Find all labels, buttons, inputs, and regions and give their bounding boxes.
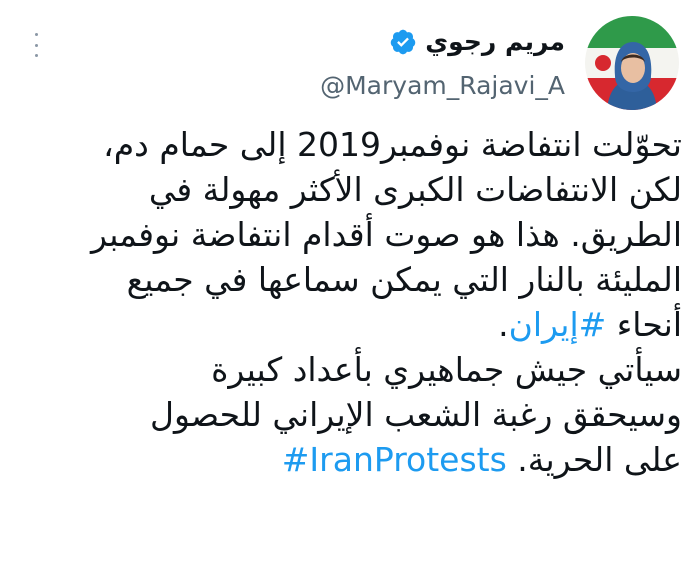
tweet-line: أنحاء #إيران.	[20, 302, 682, 347]
verified-badge-icon	[391, 29, 416, 55]
tweet-line: على الحرية. #IranProtests	[20, 437, 682, 482]
profile-photo-icon	[585, 16, 679, 110]
tweet-body: تحوّلت انتفاضة نوفمبر2019 إلى حمام دم، ل…	[20, 122, 682, 482]
tweet-line: سيأتي جيش جماهيري بأعداد كبيرة	[211, 350, 682, 389]
author-display-name[interactable]: مريم رجوي	[425, 22, 565, 62]
name-row: مريم رجوي	[389, 22, 565, 62]
tweet-line: الطريق. هذا هو صوت أقدام انتفاضة نوفمبر	[90, 215, 682, 254]
tweet-text-segment: على الحرية.	[506, 440, 682, 479]
tweet-line: لكن الانتفاضات الكبرى الأكثر مهولة في	[148, 170, 682, 209]
more-options-icon[interactable]	[30, 33, 42, 57]
author-handle[interactable]: @Maryam_Rajavi_A	[320, 68, 565, 104]
hashtag-iran-link[interactable]: #إيران	[509, 305, 607, 344]
avatar[interactable]	[585, 16, 679, 110]
tweet-text-segment: أنحاء	[606, 305, 682, 344]
tweet-line: وسيحقق رغبة الشعب الإيراني للحصول	[149, 395, 682, 434]
hashtag-iranprotests-link[interactable]: #IranProtests	[282, 440, 507, 479]
tweet-text-segment: .	[498, 305, 509, 344]
tweet-line: تحوّلت انتفاضة نوفمبر2019 إلى حمام دم،	[103, 125, 682, 164]
tweet-line: المليئة بالنار التي يمكن سماعها في جميع	[126, 260, 682, 299]
tweet-author-header: مريم رجوي @Maryam_Rajavi_A	[320, 22, 565, 104]
